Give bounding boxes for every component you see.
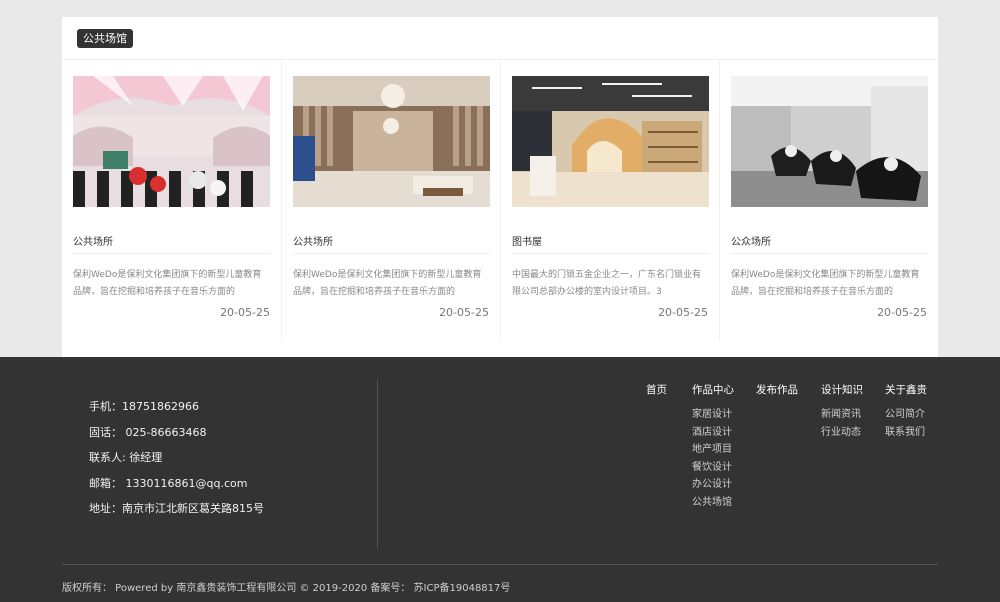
panel-header: 公共场馆	[62, 17, 938, 60]
phone-text: 手机：18751862966	[89, 400, 199, 413]
project-thumbnail[interactable]	[73, 76, 270, 207]
footer-nav-link[interactable]: 公共场馆	[692, 494, 734, 512]
project-thumbnail[interactable]	[293, 76, 490, 207]
card-title[interactable]: 公众场所	[731, 233, 771, 248]
footer-nav-link[interactable]: 公司简介	[885, 406, 927, 424]
divider	[73, 253, 270, 254]
footer-nav-link[interactable]: 餐饮设计	[692, 459, 734, 477]
project-card[interactable]: 图书屋 中国最大的门锁五金企业之一，广东名门锁业有限公司总部办公楼的室内设计项目…	[500, 61, 719, 341]
card-date: 20-05-25	[439, 306, 489, 319]
footer-nav-link[interactable]: 办公设计	[692, 476, 734, 494]
footer-nav-head[interactable]: 设计知识	[821, 382, 863, 397]
footer-nav-knowledge: 设计知识 新闻资讯 行业动态	[821, 382, 863, 441]
works-panel: 公共场馆 公共场所 保利WeDo是保利文化集团旗下的新型儿童教育品牌，旨在挖掘和…	[62, 17, 938, 357]
footer-nav-link[interactable]: 行业动态	[821, 424, 863, 442]
footer-nav-link[interactable]: 联系我们	[885, 424, 927, 442]
card-description: 保利WeDo是保利文化集团旗下的新型儿童教育品牌，旨在挖掘和培养孩子在音乐方面的	[293, 270, 482, 297]
contact-person: 联系人: 徐经理	[89, 451, 163, 465]
email-text: 邮箱： 1330116861@qq.com	[89, 476, 248, 490]
footer-nav-link[interactable]: 家居设计	[692, 406, 734, 424]
footer-nav-head[interactable]: 作品中心	[692, 382, 734, 397]
footer-nav-about: 关于鑫贵 公司简介 联系我们	[885, 382, 927, 441]
card-title[interactable]: 公共场所	[293, 233, 333, 248]
divider	[731, 253, 928, 254]
tel-text: 固话： 025-86663468	[89, 425, 207, 439]
footer-nav-head[interactable]: 发布作品	[756, 382, 798, 397]
footer-nav-head[interactable]: 首页	[646, 382, 667, 397]
card-date: 20-05-25	[877, 306, 927, 319]
project-card[interactable]: 公众场所 保利WeDo是保利文化集团旗下的新型儿童教育品牌，旨在挖掘和培养孩子在…	[719, 61, 938, 341]
footer-rule	[62, 564, 938, 565]
card-title[interactable]: 图书屋	[512, 233, 542, 248]
site-footer: 手机：18751862966 固话： 025-86663468 联系人: 徐经理…	[0, 357, 1000, 602]
footer-nav-link[interactable]: 新闻资讯	[821, 406, 863, 424]
footer-nav-home: 首页	[646, 382, 667, 406]
card-description: 保利WeDo是保利文化集团旗下的新型儿童教育品牌，旨在挖掘和培养孩子在音乐方面的	[731, 270, 920, 297]
footer-nav-publish: 发布作品	[756, 382, 798, 406]
card-date: 20-05-25	[658, 306, 708, 319]
project-card[interactable]: 公共场所 保利WeDo是保利文化集团旗下的新型儿童教育品牌，旨在挖掘和培养孩子在…	[281, 61, 500, 341]
card-description: 中国最大的门锁五金企业之一，广东名门锁业有限公司总部办公楼的室内设计项目。3	[512, 270, 702, 297]
project-thumbnail[interactable]	[512, 76, 709, 207]
footer-divider	[377, 379, 378, 549]
footer-nav-works: 作品中心 家居设计 酒店设计 地产项目 餐饮设计 办公设计 公共场馆	[692, 382, 734, 511]
card-title[interactable]: 公共场所	[73, 233, 113, 248]
address-text: 地址：南京市江北新区葛关路815号	[89, 502, 264, 516]
card-date: 20-05-25	[220, 306, 270, 319]
divider	[293, 253, 490, 254]
project-thumbnail[interactable]	[731, 76, 928, 207]
category-tag[interactable]: 公共场馆	[77, 29, 133, 48]
footer-nav-link[interactable]: 酒店设计	[692, 424, 734, 442]
divider	[512, 253, 709, 254]
footer-nav-link[interactable]: 地产项目	[692, 441, 734, 459]
card-list: 公共场所 保利WeDo是保利文化集团旗下的新型儿童教育品牌，旨在挖掘和培养孩子在…	[62, 61, 938, 357]
copyright-text: 版权所有： Powered by 南京鑫贵装饰工程有限公司 © 2019-202…	[62, 583, 511, 594]
project-card[interactable]: 公共场所 保利WeDo是保利文化集团旗下的新型儿童教育品牌，旨在挖掘和培养孩子在…	[62, 61, 281, 341]
footer-nav-head[interactable]: 关于鑫贵	[885, 382, 927, 397]
card-description: 保利WeDo是保利文化集团旗下的新型儿童教育品牌，旨在挖掘和培养孩子在音乐方面的	[73, 270, 262, 297]
contact-info: 手机：18751862966 固话： 025-86663468 联系人: 徐经理…	[89, 399, 264, 527]
